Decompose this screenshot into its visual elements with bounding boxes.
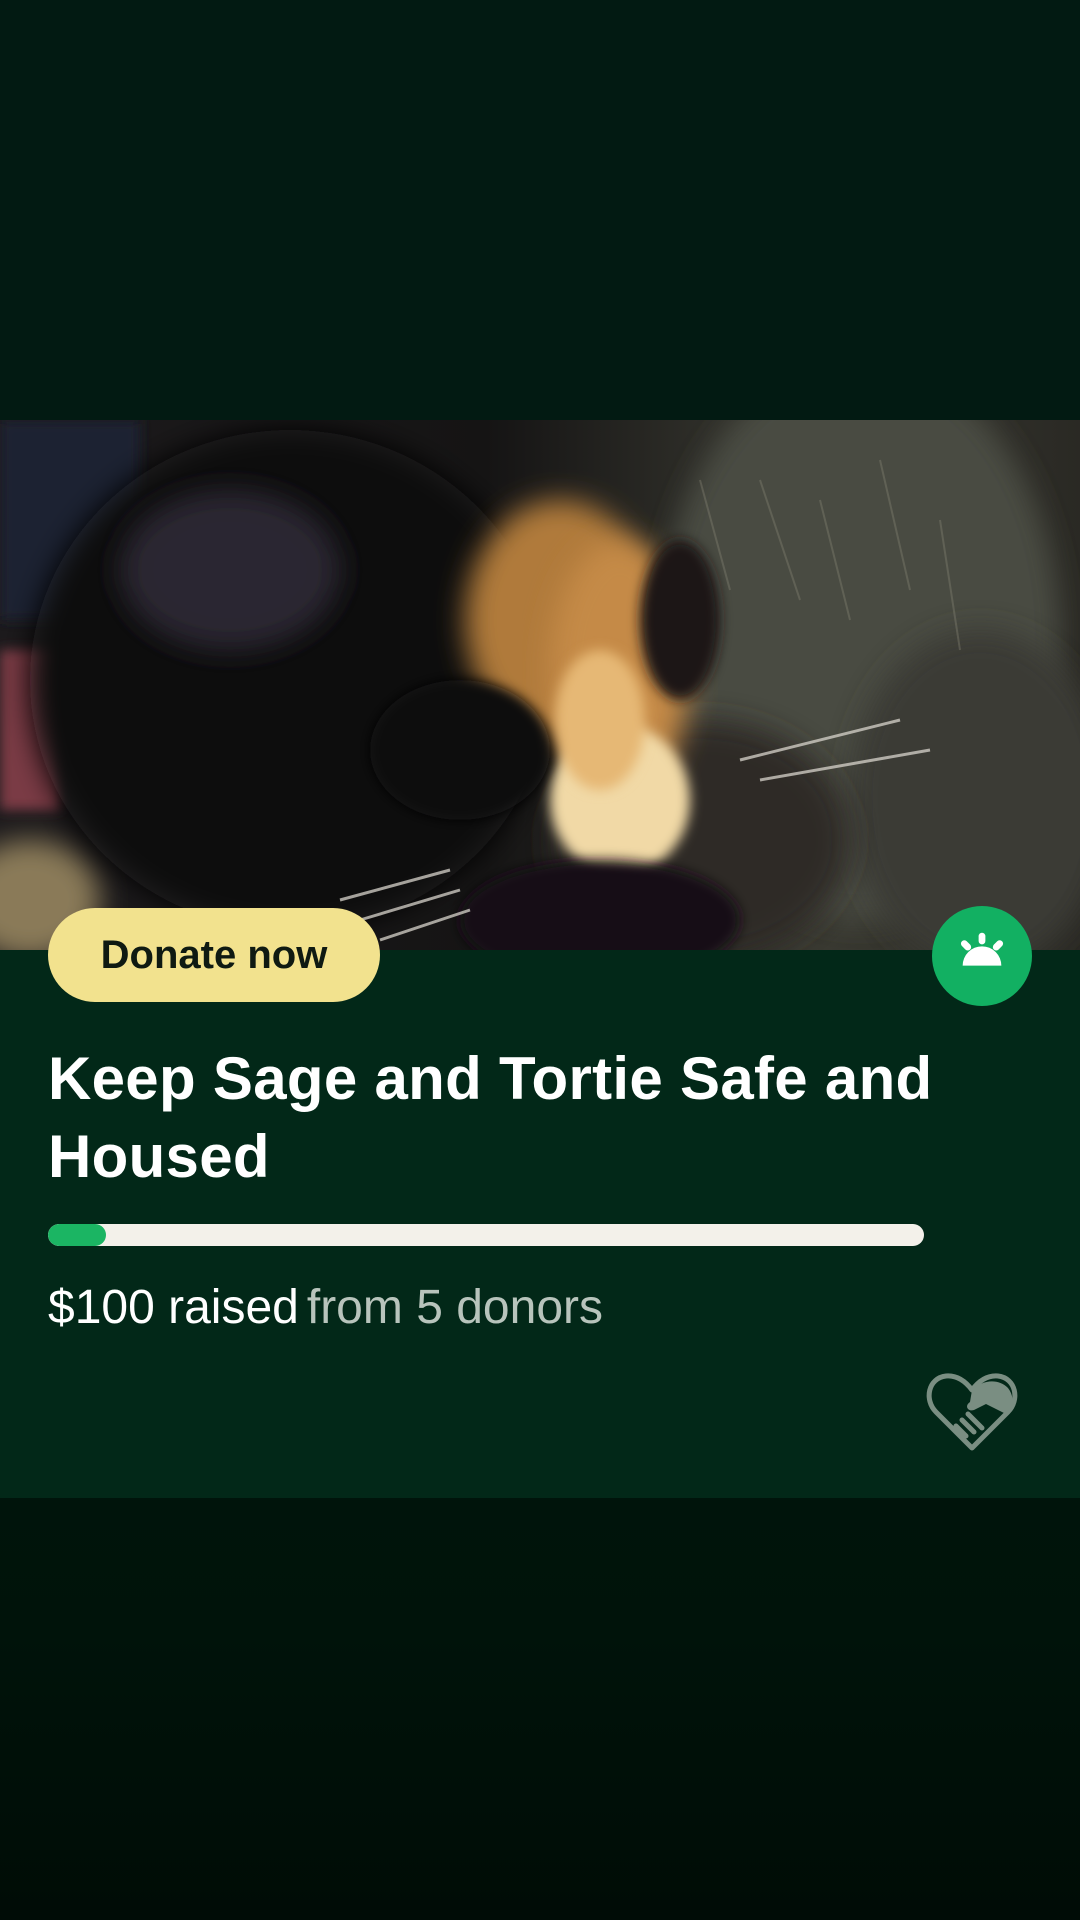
amount-raised-text: $100 raised <box>48 1281 299 1334</box>
top-background <box>0 0 1080 420</box>
progress-bar-fill <box>48 1224 106 1246</box>
gofundme-logo-badge <box>932 906 1032 1006</box>
donor-count-text: from 5 donors <box>306 1281 603 1334</box>
fundraiser-photo <box>0 420 1080 950</box>
fundraiser-stats: $100 raised from 5 donors <box>48 1278 603 1338</box>
fundraiser-title: Keep Sage and Tortie Safe and Housed <box>48 1045 933 1190</box>
progress-bar <box>48 1224 924 1246</box>
donate-now-button[interactable]: Donate now <box>48 908 380 1002</box>
gofundme-sunrise-icon <box>960 932 1004 966</box>
fundraiser-card[interactable]: Donate now Keep Sage and Tortie Safe and… <box>0 420 1080 1498</box>
heart-handshake-icon <box>926 1373 1018 1451</box>
